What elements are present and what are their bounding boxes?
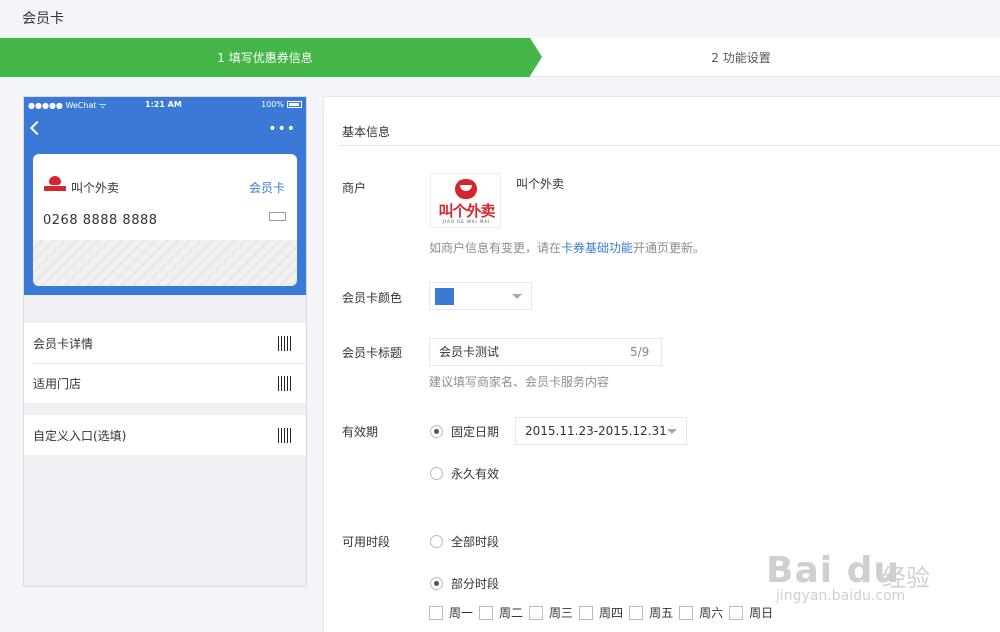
- page-title: 会员卡: [22, 11, 64, 27]
- section-title: 基本信息: [342, 125, 391, 139]
- time-range-label: 可用时段: [342, 535, 391, 549]
- merchant-logo: 叫个外卖 JIAO GE WAI MAI: [430, 173, 501, 228]
- checkbox-icon: [579, 605, 594, 620]
- weekday-thu[interactable]: 周四: [579, 604, 623, 621]
- weekday-tue[interactable]: 周二: [479, 604, 523, 621]
- radio-unchecked-icon: [430, 467, 443, 480]
- status-bar: ●●●●● WeChat ᯤ 1:21 AM 100%: [24, 97, 306, 113]
- checkbox-icon: [729, 605, 744, 620]
- weekday-label: 周五: [649, 606, 674, 620]
- chevron-down-icon: [512, 294, 522, 299]
- weekday-label: 周一: [449, 606, 474, 620]
- card-basic-feature-link[interactable]: 卡券基础功能: [561, 241, 633, 255]
- date-range-select[interactable]: 2015.11.23-2015.12.31: [515, 417, 687, 445]
- color-swatch: [435, 288, 454, 305]
- char-counter: 5/9: [630, 345, 650, 359]
- radio-label: 永久有效: [451, 467, 500, 481]
- weekday-label: 周三: [549, 606, 574, 620]
- chevron-down-icon: [667, 429, 677, 434]
- list-item-label: 适用门店: [33, 376, 82, 391]
- time-partial-radio[interactable]: 部分时段: [430, 575, 499, 592]
- card-color-select[interactable]: [429, 282, 532, 310]
- section-divider: [338, 145, 1000, 146]
- carrier-text: ●●●●● WeChat ᯤ: [28, 101, 107, 110]
- step-2[interactable]: 2 功能设置: [542, 38, 1000, 77]
- date-range-value: 2015.11.23-2015.12.31: [525, 424, 667, 438]
- watermark-url: jingyan.baidu.com: [776, 588, 906, 604]
- radio-checked-icon: [430, 425, 443, 438]
- custom-entry-list: 自定义入口(选填): [24, 415, 306, 455]
- barcode-icon: [278, 336, 292, 351]
- radio-label: 部分时段: [451, 577, 500, 591]
- merchant-logo-subtext: JIAO GE WAI MAI: [442, 219, 491, 224]
- card-stripe-pattern: [33, 240, 297, 286]
- step-arrow: [530, 38, 542, 76]
- card-type-label: 会员卡: [248, 181, 285, 195]
- weekday-label: 周四: [599, 606, 624, 620]
- merchant-name: 叫个外卖: [516, 177, 565, 191]
- status-time: 1:21 AM: [145, 100, 182, 109]
- validity-fixed-radio[interactable]: 固定日期: [430, 423, 499, 440]
- weekday-fri[interactable]: 周五: [629, 604, 673, 621]
- radio-unchecked-icon: [430, 535, 443, 548]
- step-1-active: 1 填写优惠券信息: [0, 38, 530, 77]
- card-title-input[interactable]: 会员卡测试: [429, 338, 662, 366]
- card-merchant-name: 叫个外卖: [71, 181, 120, 195]
- card-code-icon: [269, 212, 286, 221]
- weekday-sat[interactable]: 周六: [679, 604, 723, 621]
- back-arrow-icon: [29, 120, 45, 136]
- card-preview-phone: ●●●●● WeChat ᯤ 1:21 AM 100% ••• 叫个外卖 会员卡…: [23, 96, 307, 587]
- battery-text: 100%: [261, 100, 284, 109]
- weekday-mon[interactable]: 周一: [429, 604, 473, 621]
- member-card-preview: 叫个外卖 会员卡 0268 8888 8888: [33, 154, 297, 286]
- battery-icon: [287, 101, 302, 108]
- checkbox-icon: [629, 605, 644, 620]
- merchant-hint: 如商户信息有变更，请在卡券基础功能开通页更新。: [429, 239, 705, 256]
- step-indicator: 1 填写优惠券信息 2 功能设置: [0, 38, 1000, 77]
- checkbox-icon: [529, 605, 544, 620]
- list-item-label: 自定义入口(选填): [33, 428, 127, 443]
- weekday-label: 周六: [699, 606, 724, 620]
- list-item: 适用门店: [24, 363, 306, 403]
- merchant-hint-prefix: 如商户信息有变更，请在: [429, 241, 562, 255]
- bowl-icon: [455, 179, 477, 199]
- radio-checked-icon: [430, 577, 443, 590]
- barcode-icon: [278, 376, 292, 391]
- list-item: 会员卡详情: [24, 323, 306, 363]
- weekday-label: 周二: [499, 606, 524, 620]
- list-item-label: 会员卡详情: [33, 336, 94, 351]
- time-all-radio[interactable]: 全部时段: [430, 533, 499, 550]
- validity-forever-radio[interactable]: 永久有效: [430, 465, 499, 482]
- weekday-wed[interactable]: 周三: [529, 604, 573, 621]
- list-item: 自定义入口(选填): [24, 415, 306, 455]
- checkbox-icon: [429, 605, 443, 620]
- card-title-hint: 建议填写商家名、会员卡服务内容: [429, 375, 610, 389]
- card-menu-list: 会员卡详情 适用门店: [24, 323, 306, 403]
- checkbox-icon: [479, 605, 494, 620]
- weekday-checkboxes: 周一 周二 周三 周四 周五 周六 周日: [429, 604, 779, 621]
- radio-label: 全部时段: [451, 535, 500, 549]
- card-title-label: 会员卡标题: [342, 346, 403, 360]
- merchant-logo-text: 叫个外卖: [438, 202, 495, 220]
- merchant-logo-small-icon: [44, 176, 66, 194]
- watermark-brand: Bai du: [766, 550, 901, 591]
- merchant-label: 商户: [342, 181, 367, 195]
- radio-label: 固定日期: [451, 425, 500, 439]
- more-dots-icon: •••: [268, 121, 296, 137]
- baidu-watermark: Bai du 经验 jingyan.baidu.com: [762, 540, 948, 632]
- checkbox-icon: [679, 605, 694, 620]
- card-number: 0268 8888 8888: [43, 213, 158, 228]
- merchant-hint-suffix: 开通页更新。: [633, 241, 706, 255]
- phone-header: ●●●●● WeChat ᯤ 1:21 AM 100% ••• 叫个外卖 会员卡…: [24, 97, 306, 295]
- card-color-label: 会员卡颜色: [342, 291, 403, 305]
- validity-label: 有效期: [342, 425, 379, 439]
- barcode-icon: [278, 428, 292, 443]
